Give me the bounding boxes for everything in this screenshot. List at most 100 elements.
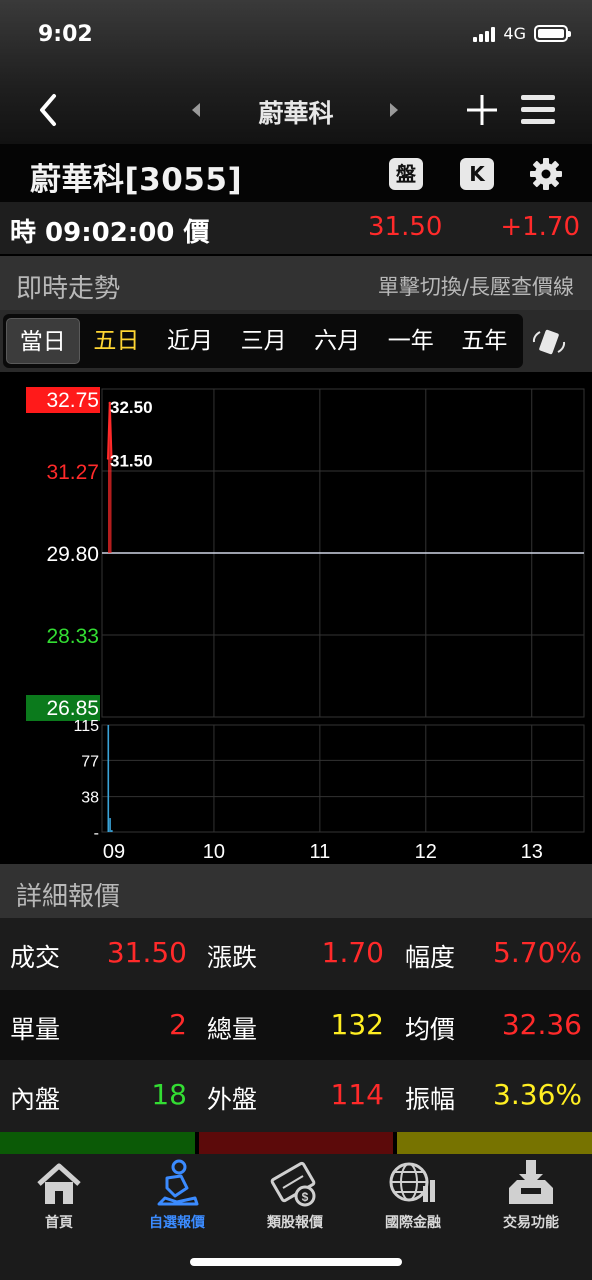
annotation-last: 31.50 xyxy=(110,451,153,470)
realtime-title: 即時走勢 xyxy=(16,274,121,304)
bottom-tab-label: 交易功能 xyxy=(503,1215,559,1231)
quote-row: 時 09:02:00 價 31.50 +1.70 xyxy=(0,202,592,254)
tab-five-year[interactable]: 五年 xyxy=(448,318,522,364)
volume-bar xyxy=(111,830,113,832)
price-axis-label: 29.80 xyxy=(46,543,99,566)
realtime-section-header: 即時走勢 單擊切換/長壓查價線 xyxy=(0,256,592,310)
detail-cell-percent: 幅度 5.70% xyxy=(395,918,592,990)
volume-panel-frame xyxy=(101,724,585,833)
stock-name: 蔚華科[3055] xyxy=(30,162,243,198)
detail-cell-total-volume: 總量 132 xyxy=(197,990,394,1062)
prev-stock-icon[interactable] xyxy=(188,100,204,120)
tab-six-month[interactable]: 六月 xyxy=(300,318,374,364)
nav-title: 蔚華科 xyxy=(258,99,334,128)
x-tick-label: 13 xyxy=(521,841,543,863)
tab-five-day[interactable]: 五日 xyxy=(80,318,154,364)
realtime-hint: 單擊切換/長壓查價線 xyxy=(377,275,574,299)
detail-row: 成交 31.50 漲跌 1.70 幅度 5.70% xyxy=(0,918,592,990)
status-time: 9:02 xyxy=(38,22,93,47)
detail-cell-trade: 成交 31.50 xyxy=(0,918,197,990)
price-axis-label: 26.85 xyxy=(46,697,99,720)
bottom-tab-label: 國際金融 xyxy=(385,1215,441,1231)
detail-value: 3.36% xyxy=(493,1078,582,1111)
price-axis-label: 31.27 xyxy=(46,461,99,484)
watchlist-person-icon xyxy=(157,1159,199,1206)
detail-cell-outer: 外盤 114 xyxy=(197,1060,394,1132)
detail-label: 內盤 xyxy=(10,1085,61,1114)
top-header: 9:02 4G 蔚華科 xyxy=(0,0,592,144)
detail-row: 內盤 18 外盤 114 振幅 3.36% xyxy=(0,1060,592,1132)
x-tick-label: 11 xyxy=(309,841,330,863)
detail-label: 單量 xyxy=(10,1015,61,1044)
home-indicator xyxy=(190,1258,402,1266)
detail-label: 漲跌 xyxy=(207,943,258,972)
tab-three-month[interactable]: 三月 xyxy=(227,318,301,364)
x-tick-label: 09 xyxy=(103,841,125,863)
detail-value: 5.70% xyxy=(493,936,582,969)
detail-label: 外盤 xyxy=(207,1085,258,1114)
next-stock-icon[interactable] xyxy=(386,100,402,120)
detail-label: 幅度 xyxy=(405,943,456,972)
bottom-tab-watchlist[interactable]: 自選報價 xyxy=(118,1158,236,1232)
x-tick-label: 12 xyxy=(415,841,437,863)
bottom-tab-international[interactable]: 國際金融 xyxy=(354,1158,472,1232)
globe-icon xyxy=(389,1162,435,1202)
strip-green xyxy=(0,1132,195,1154)
download-tray-icon xyxy=(509,1160,553,1204)
menu-icon[interactable] xyxy=(518,90,558,130)
add-icon[interactable] xyxy=(462,90,502,130)
network-type: 4G xyxy=(503,24,526,43)
x-tick-label: 10 xyxy=(203,841,225,863)
detail-cell-avg-price: 均價 32.36 xyxy=(395,990,592,1062)
detail-label: 總量 xyxy=(207,1015,258,1044)
detail-title: 詳細報價 xyxy=(16,882,121,912)
signal-icon xyxy=(473,26,496,42)
order-book-button[interactable]: 盤 xyxy=(389,158,423,190)
detail-cell-change: 漲跌 1.70 xyxy=(197,918,394,990)
period-tabs-bar: 當日 五日 近月 三月 六月 一年 五年 xyxy=(0,310,592,372)
volume-axis-label: 38 xyxy=(81,790,99,807)
detail-value: 32.36 xyxy=(501,1008,582,1041)
gear-icon[interactable] xyxy=(528,156,564,192)
bottom-tab-home[interactable]: 首頁 xyxy=(0,1158,118,1232)
strip-yellow xyxy=(397,1132,592,1154)
strip-red xyxy=(198,1132,394,1154)
bottom-tab-label: 自選報價 xyxy=(149,1215,205,1231)
detail-value: 114 xyxy=(330,1078,384,1111)
bottom-tab-trade[interactable]: 交易功能 xyxy=(472,1158,590,1232)
tab-today[interactable]: 當日 xyxy=(6,318,80,364)
intraday-chart[interactable]: 32.75 31.27 29.80 28.33 26.85115 77 38 -09 10 11 1… xyxy=(0,372,592,864)
tab-one-month[interactable]: 近月 xyxy=(153,318,227,364)
battery-icon xyxy=(534,25,571,42)
detail-row: 單量 2 總量 132 均價 32.36 xyxy=(0,990,592,1062)
detail-section-header: 詳細報價 xyxy=(0,864,592,918)
period-tabs: 當日 五日 近月 三月 六月 一年 五年 xyxy=(3,314,523,368)
volume-bar xyxy=(109,818,111,832)
k-chart-button[interactable]: K xyxy=(460,158,494,190)
volume-axis-label: - xyxy=(94,825,99,842)
volume-axis-label: 115 xyxy=(73,718,99,735)
volume-bar xyxy=(107,725,110,832)
color-strip xyxy=(0,1132,592,1154)
volume-axis-label: 77 xyxy=(81,753,99,770)
detail-label: 成交 xyxy=(10,943,61,972)
film-reel-icon: $ xyxy=(270,1161,316,1207)
detail-label: 振幅 xyxy=(405,1085,456,1114)
rotate-screen-icon[interactable] xyxy=(530,326,568,358)
price-axis-label: 28.33 xyxy=(46,625,99,648)
tab-one-year[interactable]: 一年 xyxy=(374,318,448,364)
bottom-tab-label: 類股報價 xyxy=(267,1215,323,1231)
back-arrow-icon[interactable] xyxy=(30,90,70,130)
annotation-high: 32.50 xyxy=(110,398,153,417)
detail-cell-inner: 內盤 18 xyxy=(0,1060,197,1132)
detail-value: 1.70 xyxy=(321,936,384,969)
detail-value: 2 xyxy=(169,1008,187,1041)
nav-bar: 蔚華科 xyxy=(0,78,592,142)
detail-value: 31.50 xyxy=(106,936,187,969)
detail-value: 18 xyxy=(151,1078,187,1111)
price-axis-label: 32.75 xyxy=(46,389,99,412)
bottom-tab-sector[interactable]: $ 類股報價 xyxy=(236,1158,354,1232)
quote-price: 31.50 xyxy=(368,212,443,242)
status-indicators: 4G xyxy=(473,24,571,43)
detail-cell-amplitude: 振幅 3.36% xyxy=(395,1060,592,1132)
